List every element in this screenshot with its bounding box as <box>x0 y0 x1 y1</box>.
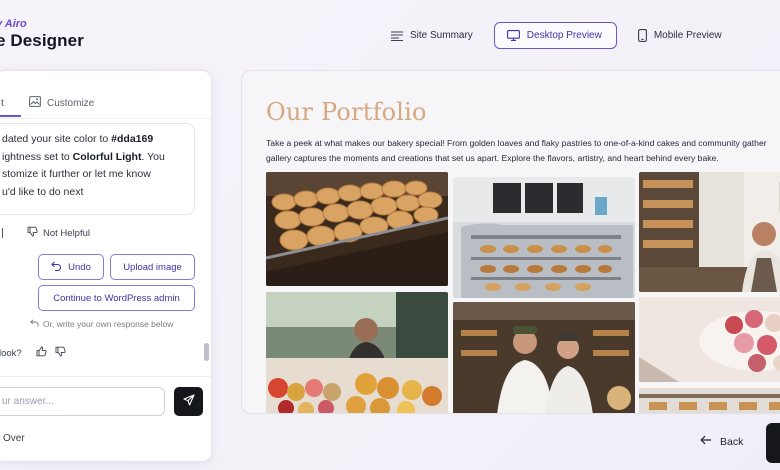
image-icon <box>29 96 41 110</box>
helpful-icon[interactable] <box>0 228 3 238</box>
top-navigation: Site Summary Desktop Preview Mobile Prev… <box>380 22 733 49</box>
upload-image-button[interactable]: Upload image <box>110 254 195 280</box>
message-color-value: #dda169 <box>111 133 154 145</box>
not-helpful-label: Not Helpful <box>43 227 90 239</box>
back-button[interactable]: Back <box>700 435 743 448</box>
message-line-4: u'd like to do next <box>2 185 84 198</box>
gallery-image-cakes <box>639 297 780 382</box>
gallery-image-shelves-strip <box>639 388 780 413</box>
message-text: ightness set to <box>2 150 73 163</box>
not-helpful-button[interactable]: Not Helpful <box>27 226 90 240</box>
phone-icon <box>637 29 647 42</box>
thumbs-down-icon[interactable] <box>55 346 66 360</box>
gallery-image-pastry-counter <box>266 292 448 413</box>
site-preview: Our Portfolio Take a peek at what makes … <box>241 70 780 414</box>
thumbs-down-icon <box>27 226 38 240</box>
upload-image-label: Upload image <box>123 261 182 273</box>
tab-chat[interactable]: t <box>1 98 4 109</box>
undo-button[interactable]: Undo <box>38 254 104 280</box>
message-line-2: ightness set to Colorful Light. You <box>2 149 184 167</box>
active-tab-indicator <box>0 115 21 117</box>
undo-label: Undo <box>68 261 91 273</box>
tabs-divider <box>0 118 211 119</box>
desktop-preview-label: Desktop Preview <box>526 30 602 41</box>
chat-input-divider <box>0 376 211 377</box>
message-brightness-value: Colorful Light <box>72 150 142 163</box>
tab-customize[interactable]: Customize <box>29 96 94 110</box>
look-question: look? <box>0 347 22 359</box>
message-text: . You <box>141 150 165 163</box>
continue-wordpress-button[interactable]: Continue to WordPress admin <box>38 285 195 311</box>
undo-icon <box>51 261 62 274</box>
gallery-image-bread-rolls <box>266 172 448 286</box>
brand-logo: y Airo <box>0 18 27 30</box>
message-line-1: dated your site color to #dda169 <box>2 131 184 149</box>
answer-placeholder: ur answer... <box>2 396 54 407</box>
look-feedback-row: look? <box>0 346 66 360</box>
portfolio-description: Take a peek at what makes our bakery spe… <box>266 136 780 166</box>
chat-tabs: t Customize <box>0 93 211 117</box>
portfolio-title: Our Portfolio <box>266 98 427 126</box>
gallery-image-baker-shelves <box>639 172 780 292</box>
portfolio-description-line: Take a peek at what makes our bakery spe… <box>266 138 767 148</box>
next-button[interactable] <box>766 423 780 463</box>
message-line-3: stomize it further or let me know <box>2 168 151 180</box>
gallery-image-display-case <box>453 177 635 298</box>
start-over-link[interactable]: Over <box>3 433 25 444</box>
site-summary-button[interactable]: Site Summary <box>380 22 484 49</box>
assistant-message: dated your site color to #dda169 ightnes… <box>0 123 195 215</box>
list-icon <box>391 30 403 41</box>
chat-scrollbar[interactable] <box>204 343 209 361</box>
message-text: dated your site color to <box>2 133 112 145</box>
answer-input[interactable]: ur answer... <box>0 387 165 416</box>
thumbs-up-icon[interactable] <box>36 346 47 360</box>
desktop-preview-button[interactable]: Desktop Preview <box>493 22 617 49</box>
app-title: e Designer <box>0 31 84 50</box>
reply-icon <box>30 319 39 329</box>
mobile-preview-button[interactable]: Mobile Preview <box>627 22 733 49</box>
response-hint: Or, write your own response below <box>30 319 173 329</box>
tab-customize-label: Customize <box>47 97 95 109</box>
continue-wordpress-label: Continue to WordPress admin <box>53 292 180 304</box>
mobile-preview-label: Mobile Preview <box>653 30 722 41</box>
site-summary-label: Site Summary <box>410 30 473 41</box>
gallery-image-two-bakers <box>453 302 635 413</box>
feedback-row: Not Helpful <box>0 226 90 240</box>
arrow-left-icon <box>700 435 712 448</box>
monitor-icon <box>506 30 520 41</box>
brand: y Airo e Designer <box>0 18 84 51</box>
send-icon <box>182 393 195 411</box>
send-button[interactable] <box>174 387 203 416</box>
portfolio-description-line: gallery captures the moments and creatio… <box>266 153 719 163</box>
chat-panel: t Customize dated your site color to #dd… <box>0 70 212 462</box>
hint-label: Or, write your own response below <box>43 319 174 329</box>
back-label: Back <box>720 435 744 448</box>
